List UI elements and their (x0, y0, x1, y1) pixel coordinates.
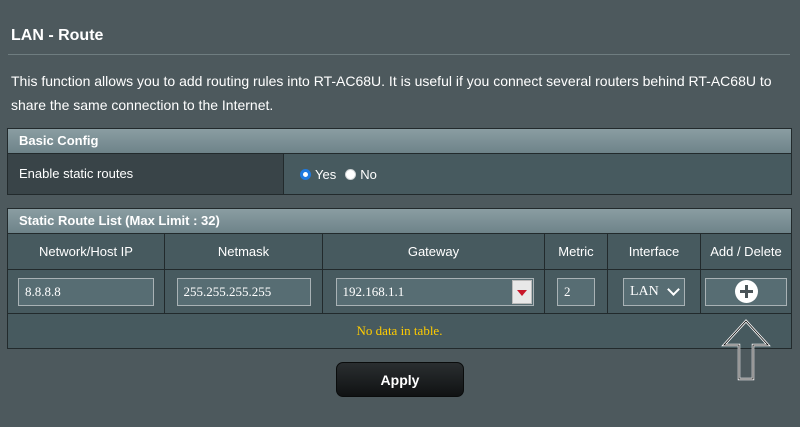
netmask-input[interactable]: 255.255.255.255 (176, 277, 311, 306)
gateway-input[interactable]: 192.168.1.1 (335, 277, 534, 306)
radio-no-label: No (360, 166, 377, 182)
interface-cell: LAN (608, 270, 701, 313)
static-route-list-section: Static Route List (Max Limit : 32) Netwo… (7, 208, 792, 349)
metric-input[interactable]: 2 (557, 277, 595, 306)
netmask-cell: 255.255.255.255 (165, 270, 323, 313)
radio-yes-label: Yes (315, 166, 337, 182)
static-routes-label: Enable static routes (8, 154, 284, 194)
basic-config-header: Basic Config (8, 129, 791, 154)
up-arrow-icon (721, 319, 771, 381)
radio-no[interactable]: No (345, 167, 377, 182)
add-delete-cell (701, 270, 791, 313)
col-netmask: Netmask (165, 234, 323, 269)
apply-button[interactable]: Apply (336, 362, 464, 397)
col-network-ip: Network/Host IP (8, 234, 165, 269)
basic-config-section: Basic Config Enable static routes Yes No (7, 128, 792, 195)
interface-select-value: LAN (630, 283, 659, 299)
plus-circle-icon (734, 280, 758, 303)
interface-select[interactable]: LAN (623, 277, 685, 306)
route-table-header: Network/Host IP Netmask Gateway Metric I… (8, 234, 791, 270)
gateway-cell: 192.168.1.1 (323, 270, 545, 313)
page-title: LAN - Route (11, 27, 104, 44)
dropdown-arrow-icon[interactable] (511, 279, 532, 304)
static-route-list-header: Static Route List (Max Limit : 32) (8, 209, 791, 234)
chevron-down-icon (667, 282, 680, 296)
add-route-button[interactable] (705, 277, 787, 306)
col-interface: Interface (608, 234, 701, 269)
static-routes-row: Enable static routes Yes No (8, 154, 791, 194)
col-metric: Metric (545, 234, 608, 269)
radio-yes-icon[interactable] (300, 168, 311, 180)
page-description: This function allows you to add routing … (11, 73, 772, 113)
metric-cell: 2 (545, 270, 608, 313)
radio-no-icon[interactable] (345, 168, 357, 180)
gateway-combo: 192.168.1.1 (335, 277, 534, 306)
route-input-row: 8.8.8.8 255.255.255.255 192.168.1.1 2 LA… (8, 270, 791, 314)
static-routes-options: Yes No (284, 154, 791, 194)
network-ip-input[interactable]: 8.8.8.8 (18, 277, 154, 306)
title-divider (8, 54, 790, 55)
radio-yes[interactable]: Yes (300, 167, 336, 182)
empty-table-message: No data in table. (8, 314, 791, 348)
network-ip-cell: 8.8.8.8 (8, 270, 165, 313)
col-gateway: Gateway (323, 234, 545, 269)
col-add-delete: Add / Delete (710, 244, 782, 259)
